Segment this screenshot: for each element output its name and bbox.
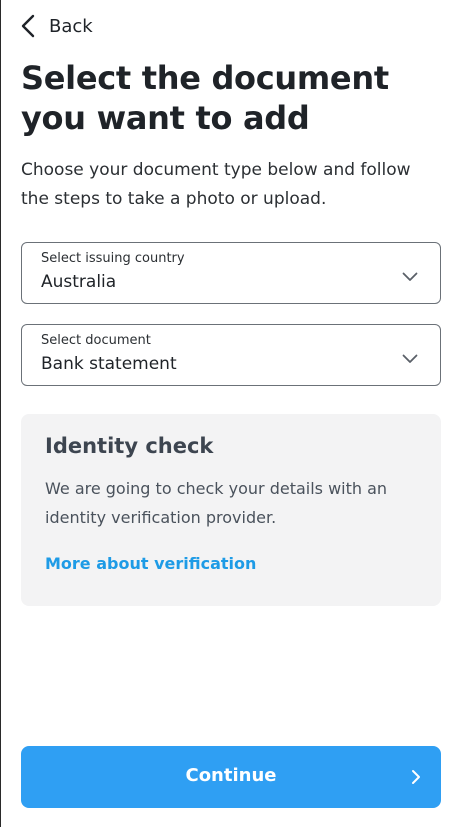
back-label: Back (49, 15, 93, 37)
chevron-left-icon (21, 14, 35, 38)
page-title: Select the document you want to add (21, 59, 389, 137)
more-about-verification-link[interactable]: More about verification (45, 554, 256, 573)
chevron-right-icon (411, 769, 421, 790)
continue-button[interactable]: Continue (21, 746, 441, 808)
issuing-country-caption: Select issuing country (41, 251, 185, 266)
issuing-country-select[interactable]: Select issuing country Australia (21, 242, 441, 304)
chevron-down-icon (402, 267, 418, 286)
back-button[interactable]: Back (21, 10, 93, 42)
document-type-caption: Select document (41, 333, 151, 348)
document-type-value: Bank statement (41, 354, 177, 374)
continue-label: Continue (185, 765, 277, 786)
issuing-country-value: Australia (41, 272, 117, 292)
document-type-select[interactable]: Select document Bank statement (21, 324, 441, 386)
identity-check-title: Identity check (45, 434, 214, 458)
identity-check-card: Identity check We are going to check you… (21, 414, 441, 606)
page-subtitle: Choose your document type below and foll… (21, 160, 411, 209)
chevron-down-icon (402, 349, 418, 368)
identity-check-body: We are going to check your details with … (45, 479, 388, 527)
